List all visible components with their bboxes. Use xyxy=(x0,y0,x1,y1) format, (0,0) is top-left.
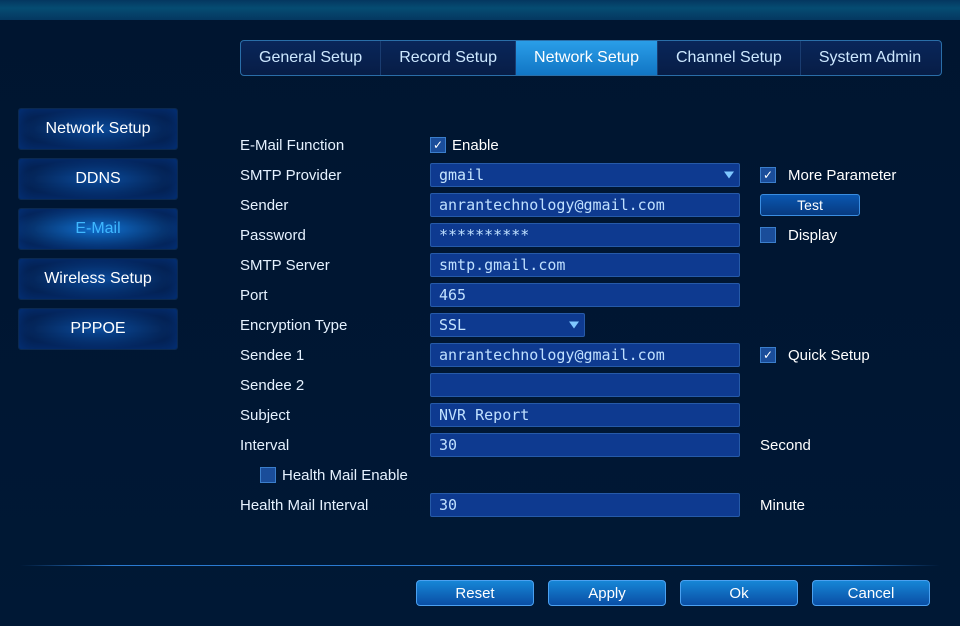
checkbox-more-parameter[interactable] xyxy=(760,167,776,183)
ok-button[interactable]: Ok xyxy=(680,580,798,606)
apply-button[interactable]: Apply xyxy=(548,580,666,606)
label-display: Display xyxy=(788,227,837,244)
label-smtp-server: SMTP Server xyxy=(240,257,430,274)
label-encryption-type: Encryption Type xyxy=(240,317,430,334)
label-sendee-1: Sendee 1 xyxy=(240,347,430,364)
label-password: Password xyxy=(240,227,430,244)
chevron-down-icon xyxy=(569,322,579,329)
input-sender[interactable]: anrantechnology@gmail.com xyxy=(430,193,740,217)
sidebar-item-network-setup[interactable]: Network Setup xyxy=(18,108,178,150)
checkbox-health-mail-enable[interactable] xyxy=(260,467,276,483)
sidebar-item-email[interactable]: E-Mail xyxy=(18,208,178,250)
test-button[interactable]: Test xyxy=(760,194,860,216)
select-encryption-type-value: SSL xyxy=(439,316,466,334)
tab-record-setup[interactable]: Record Setup xyxy=(381,41,516,75)
top-decoration xyxy=(0,0,960,20)
input-sendee-1[interactable]: anrantechnology@gmail.com xyxy=(430,343,740,367)
label-email-function: E-Mail Function xyxy=(240,137,430,154)
tab-general-setup[interactable]: General Setup xyxy=(241,41,381,75)
select-smtp-provider[interactable]: gmail xyxy=(430,163,740,187)
label-interval: Interval xyxy=(240,437,430,454)
input-health-mail-interval[interactable]: 30 xyxy=(430,493,740,517)
select-encryption-type[interactable]: SSL xyxy=(430,313,585,337)
top-tabs: General Setup Record Setup Network Setup… xyxy=(240,40,942,76)
tab-network-setup[interactable]: Network Setup xyxy=(516,41,658,75)
input-sendee-2[interactable] xyxy=(430,373,740,397)
label-subject: Subject xyxy=(240,407,430,424)
label-health-interval-unit: Minute xyxy=(760,497,805,514)
label-smtp-provider: SMTP Provider xyxy=(240,167,430,184)
label-sendee-2: Sendee 2 xyxy=(240,377,430,394)
label-interval-unit: Second xyxy=(760,437,811,454)
label-health-mail-interval: Health Mail Interval xyxy=(240,497,430,514)
tab-system-admin[interactable]: System Admin xyxy=(801,41,939,75)
cancel-button[interactable]: Cancel xyxy=(812,580,930,606)
input-subject[interactable]: NVR Report xyxy=(430,403,740,427)
sidebar-item-pppoe[interactable]: PPPOE xyxy=(18,308,178,350)
tab-channel-setup[interactable]: Channel Setup xyxy=(658,41,801,75)
label-health-mail-enable: Health Mail Enable xyxy=(282,467,408,484)
input-port[interactable]: 465 xyxy=(430,283,740,307)
input-password[interactable]: ********** xyxy=(430,223,740,247)
enable-label: Enable xyxy=(452,137,499,154)
checkbox-enable[interactable] xyxy=(430,137,446,153)
sidebar-item-ddns[interactable]: DDNS xyxy=(18,158,178,200)
label-more-parameter: More Parameter xyxy=(788,167,896,184)
checkbox-quick-setup[interactable] xyxy=(760,347,776,363)
sidebar-item-wireless-setup[interactable]: Wireless Setup xyxy=(18,258,178,300)
checkbox-display[interactable] xyxy=(760,227,776,243)
sidebar: Network Setup DDNS E-Mail Wireless Setup… xyxy=(18,108,178,350)
label-port: Port xyxy=(240,287,430,304)
input-smtp-server[interactable]: smtp.gmail.com xyxy=(430,253,740,277)
select-smtp-provider-value: gmail xyxy=(439,166,484,184)
input-interval[interactable]: 30 xyxy=(430,433,740,457)
label-quick-setup: Quick Setup xyxy=(788,347,870,364)
chevron-down-icon xyxy=(724,172,734,179)
bottom-button-row: Reset Apply Ok Cancel xyxy=(416,580,930,606)
separator xyxy=(20,565,940,566)
label-sender: Sender xyxy=(240,197,430,214)
email-form: E-Mail Function Enable SMTP Provider gma… xyxy=(240,130,940,520)
reset-button[interactable]: Reset xyxy=(416,580,534,606)
